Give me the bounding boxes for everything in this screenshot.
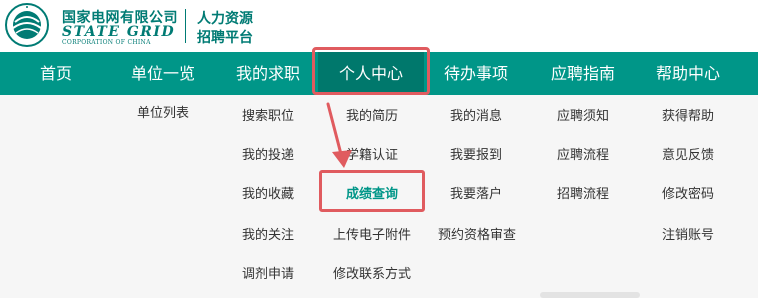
menu-my-applications[interactable]: 我的投递 (228, 144, 308, 163)
menu-search-jobs[interactable]: 搜索职位 (228, 105, 308, 124)
header-divider (185, 9, 186, 43)
menu-book-qualification-review[interactable]: 预约资格审查 (430, 224, 524, 243)
org-name-en-sub: CORPORATION OF CHINA (62, 39, 151, 46)
menu-change-password[interactable]: 修改密码 (648, 183, 728, 202)
nav-units[interactable]: 单位一览 (125, 52, 201, 95)
menu-recruitment-process[interactable]: 招聘流程 (543, 183, 623, 202)
menu-report-in[interactable]: 我要报到 (436, 144, 516, 163)
scroll-indicator (540, 292, 640, 298)
menu-delete-account[interactable]: 注销账号 (648, 224, 728, 243)
menu-application-process[interactable]: 应聘流程 (543, 144, 623, 163)
score-query-highlight-box (319, 170, 425, 212)
nav-help[interactable]: 帮助中心 (648, 52, 728, 95)
menu-feedback[interactable]: 意见反馈 (648, 144, 728, 163)
state-grid-logo-icon (5, 3, 49, 47)
menu-my-favorites[interactable]: 我的收藏 (228, 183, 308, 202)
nav-highlight-box (312, 47, 430, 95)
menu-unit-list[interactable]: 单位列表 (125, 102, 201, 121)
menu-my-follows[interactable]: 我的关注 (228, 224, 308, 243)
system-name-line1: 人力资源 (197, 11, 253, 27)
pointer-arrow-icon (326, 102, 352, 168)
site-header: 国家电网有限公司 STATE GRID CORPORATION OF CHINA… (0, 0, 758, 50)
system-name-line2: 招聘平台 (197, 30, 253, 46)
menu-get-help[interactable]: 获得帮助 (648, 105, 728, 124)
nav-guide[interactable]: 应聘指南 (543, 52, 623, 95)
org-name-en: STATE GRID (62, 24, 176, 40)
nav-job-search[interactable]: 我的求职 (228, 52, 308, 95)
menu-my-messages[interactable]: 我的消息 (436, 105, 516, 124)
nav-home[interactable]: 首页 (28, 52, 84, 95)
nav-todo[interactable]: 待办事项 (436, 52, 516, 95)
menu-upload-attachments[interactable]: 上传电子附件 (318, 224, 426, 243)
menu-settle-hukou[interactable]: 我要落户 (436, 183, 516, 202)
menu-transfer-request[interactable]: 调剂申请 (228, 263, 308, 282)
menu-edit-contact[interactable]: 修改联系方式 (318, 263, 426, 282)
menu-application-notice[interactable]: 应聘须知 (543, 105, 623, 124)
